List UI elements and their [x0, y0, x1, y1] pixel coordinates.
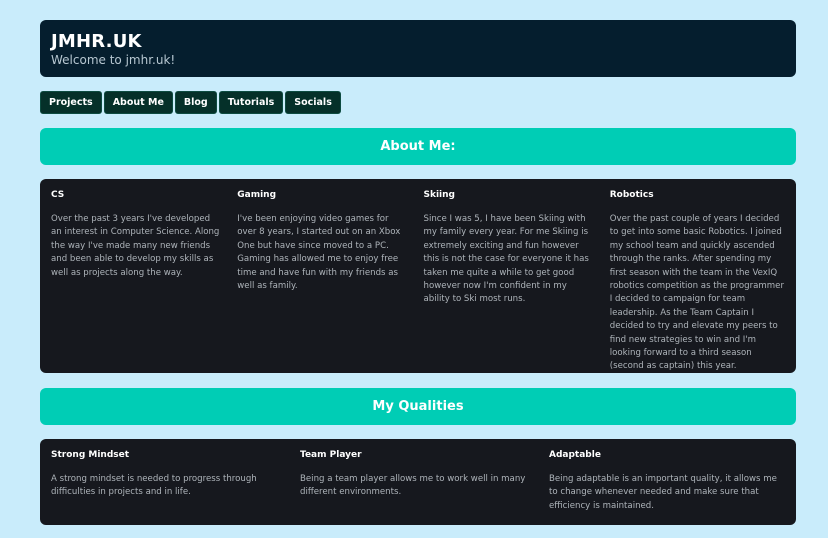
about-column-skiing: Skiing Since I was 5, I have been Skiing… — [424, 189, 610, 373]
about-column-title: CS — [51, 190, 65, 200]
about-column-cs: CS Over the past 3 years I've developed … — [51, 189, 237, 373]
nav-bar: Projects About Me Blog Tutorials Socials — [40, 91, 796, 114]
quality-column-text: Being a team player allows me to work we… — [300, 474, 526, 498]
about-me-heading: About Me: — [40, 128, 796, 165]
quality-column-title: Team Player — [300, 450, 362, 460]
about-column-title: Gaming — [237, 190, 277, 200]
about-column-gaming: Gaming I've been enjoying video games fo… — [237, 189, 423, 373]
nav-about-me-button[interactable]: About Me — [103, 91, 173, 114]
about-column-text: I've been enjoying video games for over … — [237, 214, 401, 292]
qualities-heading: My Qualities — [40, 388, 796, 425]
about-column-text: Over the past couple of years I decided … — [609, 214, 784, 372]
site-title: JMHR.UK — [51, 31, 142, 52]
about-column-title: Skiing — [423, 190, 456, 200]
nav-projects-button[interactable]: Projects — [40, 91, 102, 114]
about-me-panel: CS Over the past 3 years I've developed … — [40, 179, 796, 373]
quality-column-strong-mindset: Strong Mindset A strong mindset is neede… — [51, 449, 300, 525]
quality-column-title: Adaptable — [549, 450, 601, 460]
site-subtitle: Welcome to jmhr.uk! — [51, 53, 176, 67]
about-column-robotics: Robotics Over the past couple of years I… — [610, 189, 785, 373]
about-column-title: Robotics — [609, 190, 654, 200]
nav-socials-button[interactable]: Socials — [285, 91, 341, 114]
quality-column-title: Strong Mindset — [51, 450, 130, 460]
site-header: JMHR.UK Welcome to jmhr.uk! — [40, 20, 796, 77]
nav-tutorials-button[interactable]: Tutorials — [218, 91, 284, 114]
quality-column-adaptable: Adaptable Being adaptable is an importan… — [549, 449, 785, 525]
page-wrapper: JMHR.UK Welcome to jmhr.uk! Projects Abo… — [40, 20, 796, 525]
quality-column-text: A strong mindset is needed to progress t… — [51, 474, 257, 498]
about-column-text: Since I was 5, I have been Skiing with m… — [423, 214, 589, 305]
about-column-text: Over the past 3 years I've developed an … — [51, 214, 220, 278]
qualities-panel: Strong Mindset A strong mindset is neede… — [40, 439, 796, 525]
nav-blog-button[interactable]: Blog — [174, 91, 217, 114]
quality-column-team-player: Team Player Being a team player allows m… — [300, 449, 549, 525]
quality-column-text: Being adaptable is an important quality,… — [549, 474, 777, 511]
